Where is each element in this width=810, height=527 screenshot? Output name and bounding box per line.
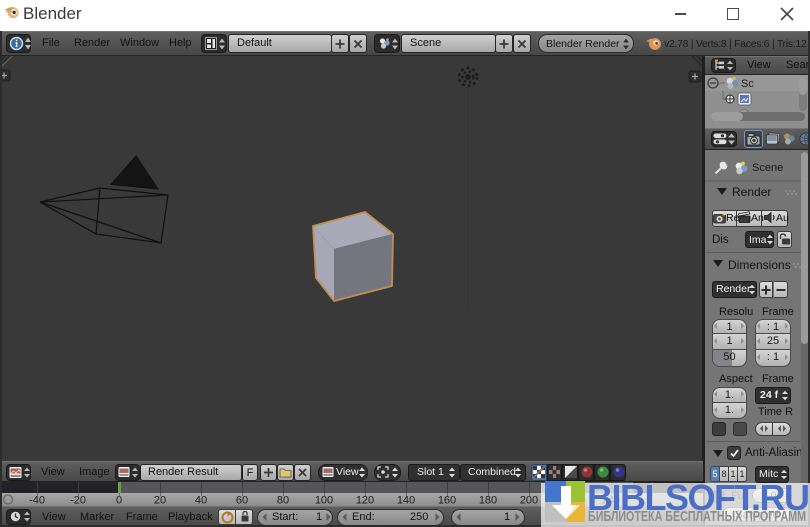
svg-text:Sc: Sc <box>741 78 754 90</box>
svg-text:Render: Render <box>732 185 771 199</box>
svg-text:Scene: Scene <box>752 162 783 174</box>
svg-text:80: 80 <box>277 495 289 507</box>
svg-text:40: 40 <box>195 495 207 507</box>
svg-text:100: 100 <box>315 495 333 507</box>
svg-text:i: i <box>15 39 18 50</box>
svg-text:Dimensions: Dimensions <box>728 258 791 272</box>
svg-text:-20: -20 <box>70 495 86 507</box>
svg-text:180: 180 <box>479 495 497 507</box>
svg-text:160: 160 <box>438 495 456 507</box>
svg-text:-40: -40 <box>29 495 45 507</box>
svg-text:120: 120 <box>356 495 374 507</box>
svg-text:140: 140 <box>397 495 415 507</box>
svg-text:20: 20 <box>154 495 166 507</box>
svg-text:60: 60 <box>236 495 248 507</box>
svg-text:0: 0 <box>116 495 122 507</box>
svg-text:200: 200 <box>520 495 538 507</box>
